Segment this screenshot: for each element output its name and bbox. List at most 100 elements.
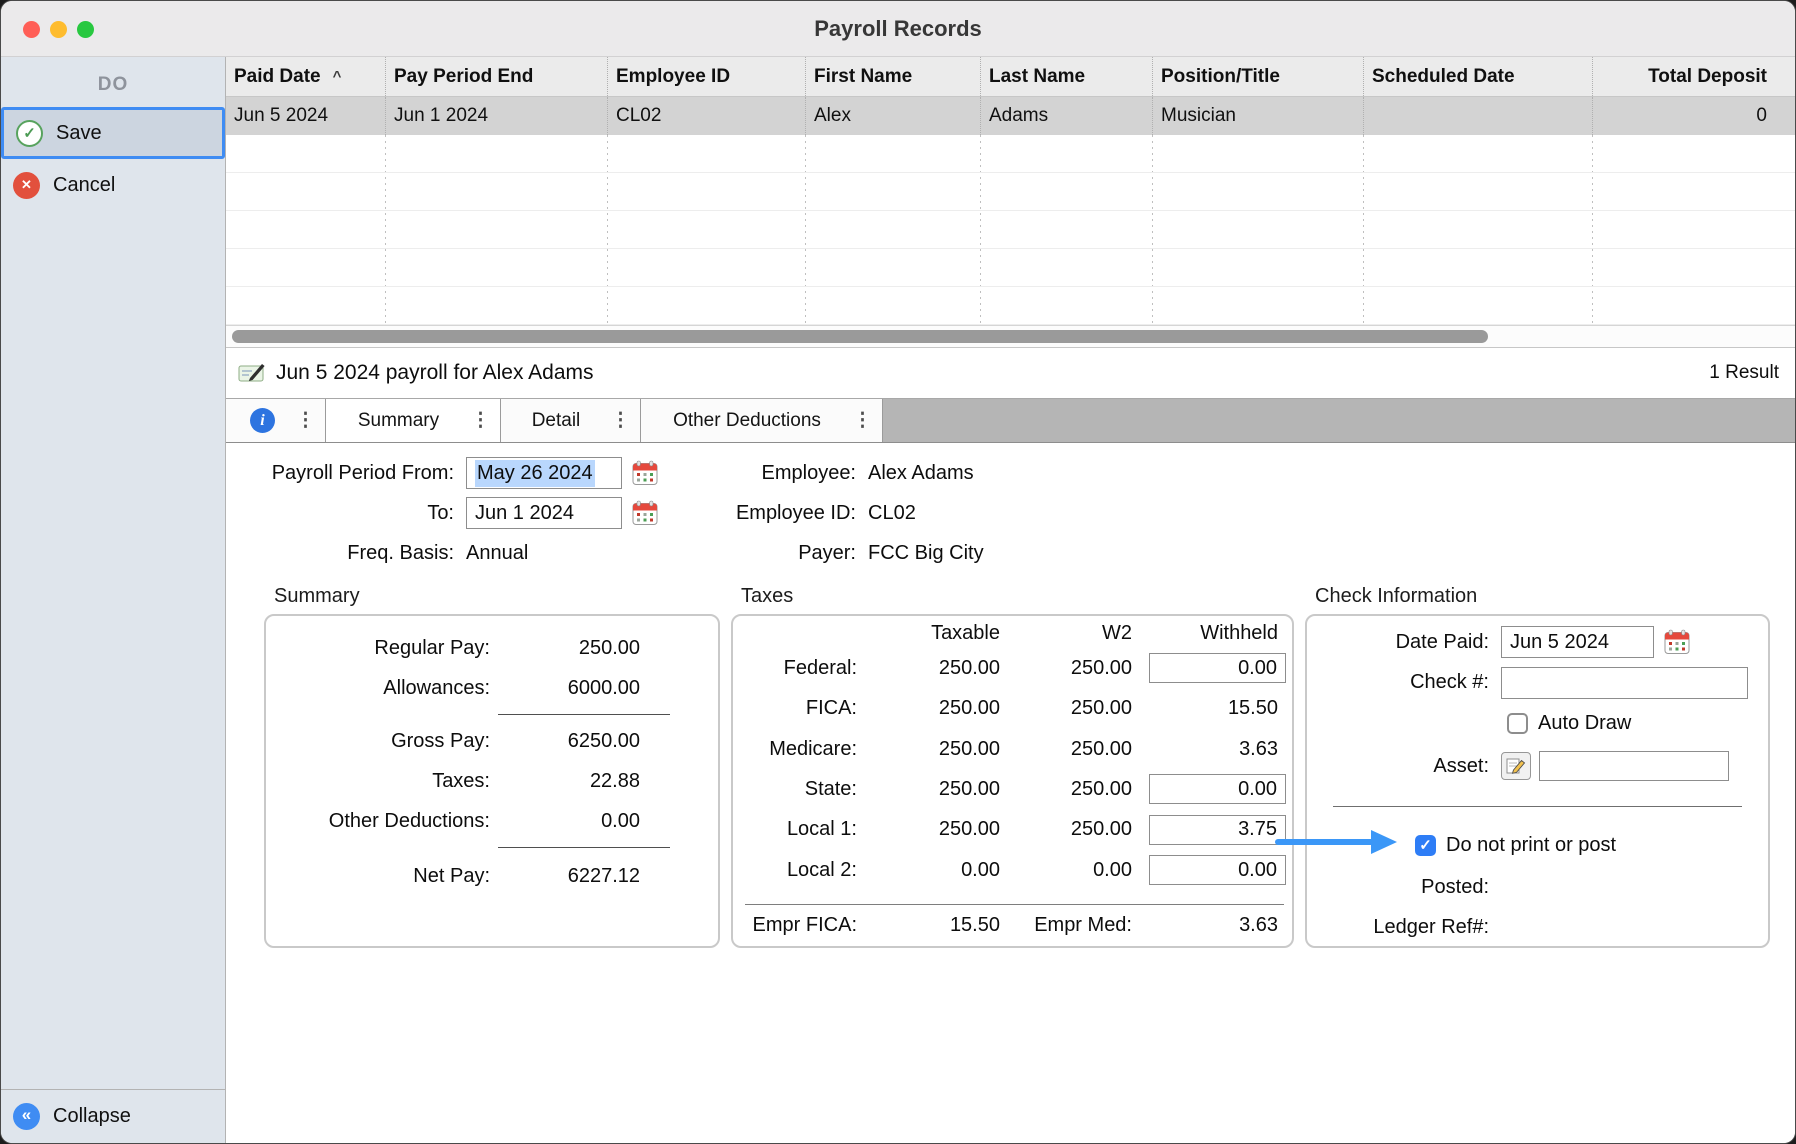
fica-withheld: 15.50 (1132, 689, 1286, 729)
gross-pay-value: 6250.00 (490, 730, 640, 753)
asset-edit-button[interactable] (1501, 752, 1531, 780)
pencil-paper-icon (1506, 757, 1526, 775)
local2-taxable: 0.00 (857, 850, 1000, 890)
save-check-icon: ✓ (16, 120, 43, 147)
info-icon: i (250, 408, 275, 433)
check-panel-divider (1333, 806, 1742, 807)
payer-label: Payer: (718, 535, 868, 571)
titlebar: Payroll Records (1, 1, 1795, 57)
ledger-ref-label: Ledger Ref#: (1321, 911, 1501, 945)
column-header-first-name[interactable]: First Name (806, 57, 981, 96)
summary-panel-title: Summary (274, 585, 720, 608)
summary-panel: Summary Regular Pay:250.00 Allowances:60… (264, 585, 720, 948)
cell-first-name[interactable]: Alex (806, 97, 981, 135)
date-paid-input[interactable]: Jun 5 2024 (1501, 626, 1654, 658)
info-button[interactable]: i ⋮ (226, 399, 326, 442)
fica-taxable: 250.00 (857, 689, 1000, 729)
menu-dots-icon[interactable]: ⋮ (471, 409, 490, 432)
federal-w2: 250.00 (1000, 648, 1132, 688)
cell-position-title[interactable]: Musician (1153, 97, 1364, 135)
payer-value: FCC Big City (868, 535, 984, 571)
column-header-scheduled-date[interactable]: Scheduled Date (1364, 57, 1593, 96)
tab-bar: i ⋮ Summary ⋮ Detail ⋮ Other Deductions … (226, 398, 1795, 443)
cancel-button[interactable]: ✕ Cancel (1, 159, 225, 211)
state-label: State: (743, 769, 857, 809)
cell-pay-period-end[interactable]: Jun 1 2024 (386, 97, 608, 135)
freq-basis-label: Freq. Basis: (261, 535, 466, 571)
posted-label: Posted: (1321, 870, 1501, 904)
horizontal-scrollbar-thumb[interactable] (232, 330, 1488, 343)
collapse-label: Collapse (53, 1105, 131, 1128)
fica-label: FICA: (743, 689, 857, 729)
do-not-print-checkbox[interactable]: ✓ (1415, 835, 1436, 856)
cell-employee-id[interactable]: CL02 (608, 97, 806, 135)
cell-total-deposit[interactable]: 0 (1593, 97, 1795, 135)
calendar-icon[interactable] (632, 500, 658, 526)
menu-dots-icon[interactable]: ⋮ (611, 409, 630, 432)
collapse-chevrons-icon: « (13, 1103, 40, 1130)
period-from-label: Payroll Period From: (261, 455, 466, 491)
sort-ascending-icon: ^ (333, 68, 342, 85)
period-to-input[interactable]: Jun 1 2024 (466, 497, 622, 529)
menu-dots-icon[interactable]: ⋮ (296, 409, 315, 432)
save-button[interactable]: ✓ Save (1, 107, 225, 159)
zoom-window-button[interactable] (77, 21, 94, 38)
state-withheld-input[interactable]: 0.00 (1149, 774, 1286, 804)
column-header-total-deposit[interactable]: Total Deposit (1593, 57, 1795, 96)
empr-med-label: Empr Med: (1000, 906, 1132, 946)
check-number-input[interactable] (1501, 667, 1748, 699)
table-empty-rows (226, 135, 1795, 325)
column-header-employee-id[interactable]: Employee ID (608, 57, 806, 96)
summary-divider (498, 847, 670, 848)
employee-label: Employee: (718, 455, 868, 491)
column-header-position-title[interactable]: Position/Title (1153, 57, 1364, 96)
local2-withheld-input[interactable]: 0.00 (1149, 855, 1286, 885)
calendar-icon[interactable] (1664, 629, 1690, 655)
cancel-x-icon: ✕ (13, 172, 40, 199)
calendar-icon[interactable] (632, 460, 658, 486)
tab-summary[interactable]: Summary ⋮ (326, 399, 501, 442)
save-label: Save (56, 122, 102, 145)
result-count: 1 Result (1709, 362, 1779, 384)
local1-withheld-input[interactable]: 3.75 (1149, 815, 1286, 845)
column-header-paid-date[interactable]: Paid Date ^ (226, 57, 386, 96)
close-window-button[interactable] (23, 21, 40, 38)
federal-withheld-input[interactable]: 0.00 (1149, 653, 1286, 683)
do-not-print-label: Do not print or post (1446, 834, 1616, 857)
taxes-panel: Taxes Taxable W2 Withheld Federal: 250.0… (731, 585, 1294, 948)
allowances-label: Allowances: (266, 677, 490, 700)
column-header-pay-period-end[interactable]: Pay Period End (386, 57, 608, 96)
empr-fica-value: 15.50 (857, 906, 1000, 946)
summary-divider (498, 714, 670, 715)
cell-last-name[interactable]: Adams (981, 97, 1153, 135)
federal-label: Federal: (743, 648, 857, 688)
w2-column-header: W2 (1000, 618, 1132, 648)
horizontal-scrollbar[interactable] (226, 325, 1795, 348)
net-pay-value: 6227.12 (490, 865, 640, 888)
local2-w2: 0.00 (1000, 850, 1132, 890)
auto-draw-label: Auto Draw (1538, 712, 1631, 735)
fica-w2: 250.00 (1000, 689, 1132, 729)
tab-other-deductions[interactable]: Other Deductions ⋮ (641, 399, 883, 442)
payroll-check-icon (238, 362, 266, 384)
tab-detail[interactable]: Detail ⋮ (501, 399, 641, 442)
period-from-input[interactable]: May 26 2024 (466, 457, 622, 489)
date-paid-label: Date Paid: (1321, 625, 1501, 659)
withheld-column-header: Withheld (1132, 618, 1286, 648)
state-taxable: 250.00 (857, 769, 1000, 809)
taxes-value: 22.88 (490, 770, 640, 793)
cell-scheduled-date[interactable] (1364, 97, 1593, 135)
auto-draw-checkbox[interactable] (1507, 713, 1528, 734)
column-header-last-name[interactable]: Last Name (981, 57, 1153, 96)
menu-dots-icon[interactable]: ⋮ (853, 409, 872, 432)
summary-form: Payroll Period From: May 26 2024 (226, 443, 1795, 1143)
minimize-window-button[interactable] (50, 21, 67, 38)
cell-paid-date[interactable]: Jun 5 2024 (226, 97, 386, 135)
table-row[interactable]: Jun 5 2024 Jun 1 2024 CL02 Alex Adams Mu… (226, 97, 1795, 135)
period-to-label: To: (261, 495, 466, 531)
traffic-lights (23, 1, 94, 57)
check-number-label: Check #: (1321, 666, 1501, 700)
collapse-button[interactable]: « Collapse (1, 1089, 225, 1143)
sidebar: DO ✓ Save ✕ Cancel « Collapse (1, 57, 226, 1143)
asset-input[interactable] (1539, 751, 1729, 781)
